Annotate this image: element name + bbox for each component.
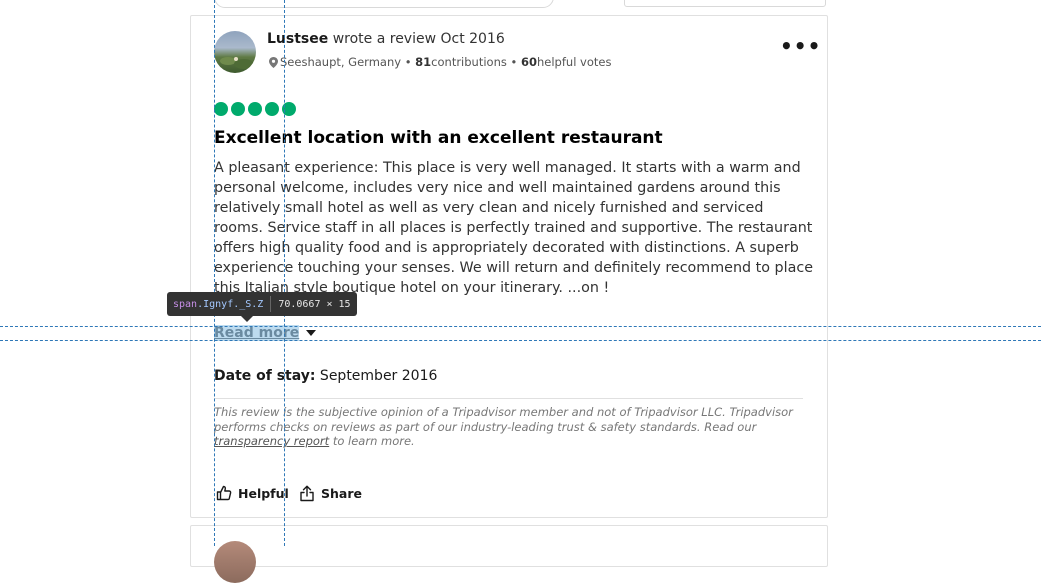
next-review-avatar[interactable] [214, 541, 256, 583]
review-action-text: wrote a review Oct 2016 [328, 31, 505, 47]
next-review-card [190, 525, 828, 567]
more-options-icon[interactable]: ••• [780, 34, 821, 58]
contributions-label: contributions [431, 55, 507, 69]
avatar[interactable] [214, 31, 256, 73]
inspector-tooltip-arrow [241, 316, 253, 322]
inspector-guide-line [284, 0, 285, 546]
inspector-guide-line [0, 326, 1041, 327]
rating-bubble [214, 102, 228, 116]
rating-bubble [248, 102, 262, 116]
share-label[interactable]: Share [321, 486, 362, 501]
author-name[interactable]: Lustsee [267, 31, 328, 47]
inspector-guide-line [0, 340, 1041, 341]
share-button[interactable]: Share [299, 485, 362, 502]
share-icon [300, 485, 314, 502]
rating-bubble [231, 102, 245, 116]
inspector-tag: span [173, 298, 198, 310]
inspector-guide-line [214, 0, 215, 546]
transparency-report-link[interactable]: transparency report [214, 434, 329, 448]
inspector-dimensions: 70.0667 × 15 [278, 298, 351, 310]
disclaimer-end: to learn more. [329, 434, 415, 448]
disclaimer-text: This review is the subjective opinion of… [214, 405, 793, 434]
divider [214, 398, 803, 399]
read-more-button[interactable]: Read more [214, 325, 317, 341]
helpful-votes-label: helpful votes [537, 55, 612, 69]
rating-bubble [265, 102, 279, 116]
date-of-stay: Date of stay: September 2016 [214, 368, 437, 384]
search-pill-remnant [214, 0, 554, 8]
contributions-count: 81 [415, 55, 432, 69]
caret-down-icon[interactable] [306, 330, 317, 336]
review-headline: Lustsee wrote a review Oct 2016 [267, 31, 505, 47]
author-location: Seeshaupt, Germany [280, 55, 402, 69]
filter-box-remnant [624, 0, 826, 7]
review-body: A pleasant experience: This place is ver… [214, 160, 813, 296]
thumbs-up-icon [216, 485, 232, 501]
author-meta: Seeshaupt, Germany • 81 contributions • … [269, 55, 611, 69]
helpful-button[interactable]: Helpful [216, 485, 289, 501]
read-more-label[interactable]: Read more [214, 325, 300, 341]
review-disclaimer: This review is the subjective opinion of… [214, 405, 804, 449]
date-of-stay-value: September 2016 [315, 368, 438, 384]
date-of-stay-label: Date of stay: [214, 368, 316, 384]
helpful-votes-count: 60 [520, 55, 537, 69]
map-pin-icon [269, 56, 278, 68]
inspector-tooltip: span .Ignyf._S.Z 70.0667 × 15 [167, 292, 357, 316]
review-title[interactable]: Excellent location with an excellent res… [214, 128, 663, 148]
inspector-class: .Ignyf._S.Z [197, 298, 264, 310]
helpful-label[interactable]: Helpful [238, 486, 289, 501]
